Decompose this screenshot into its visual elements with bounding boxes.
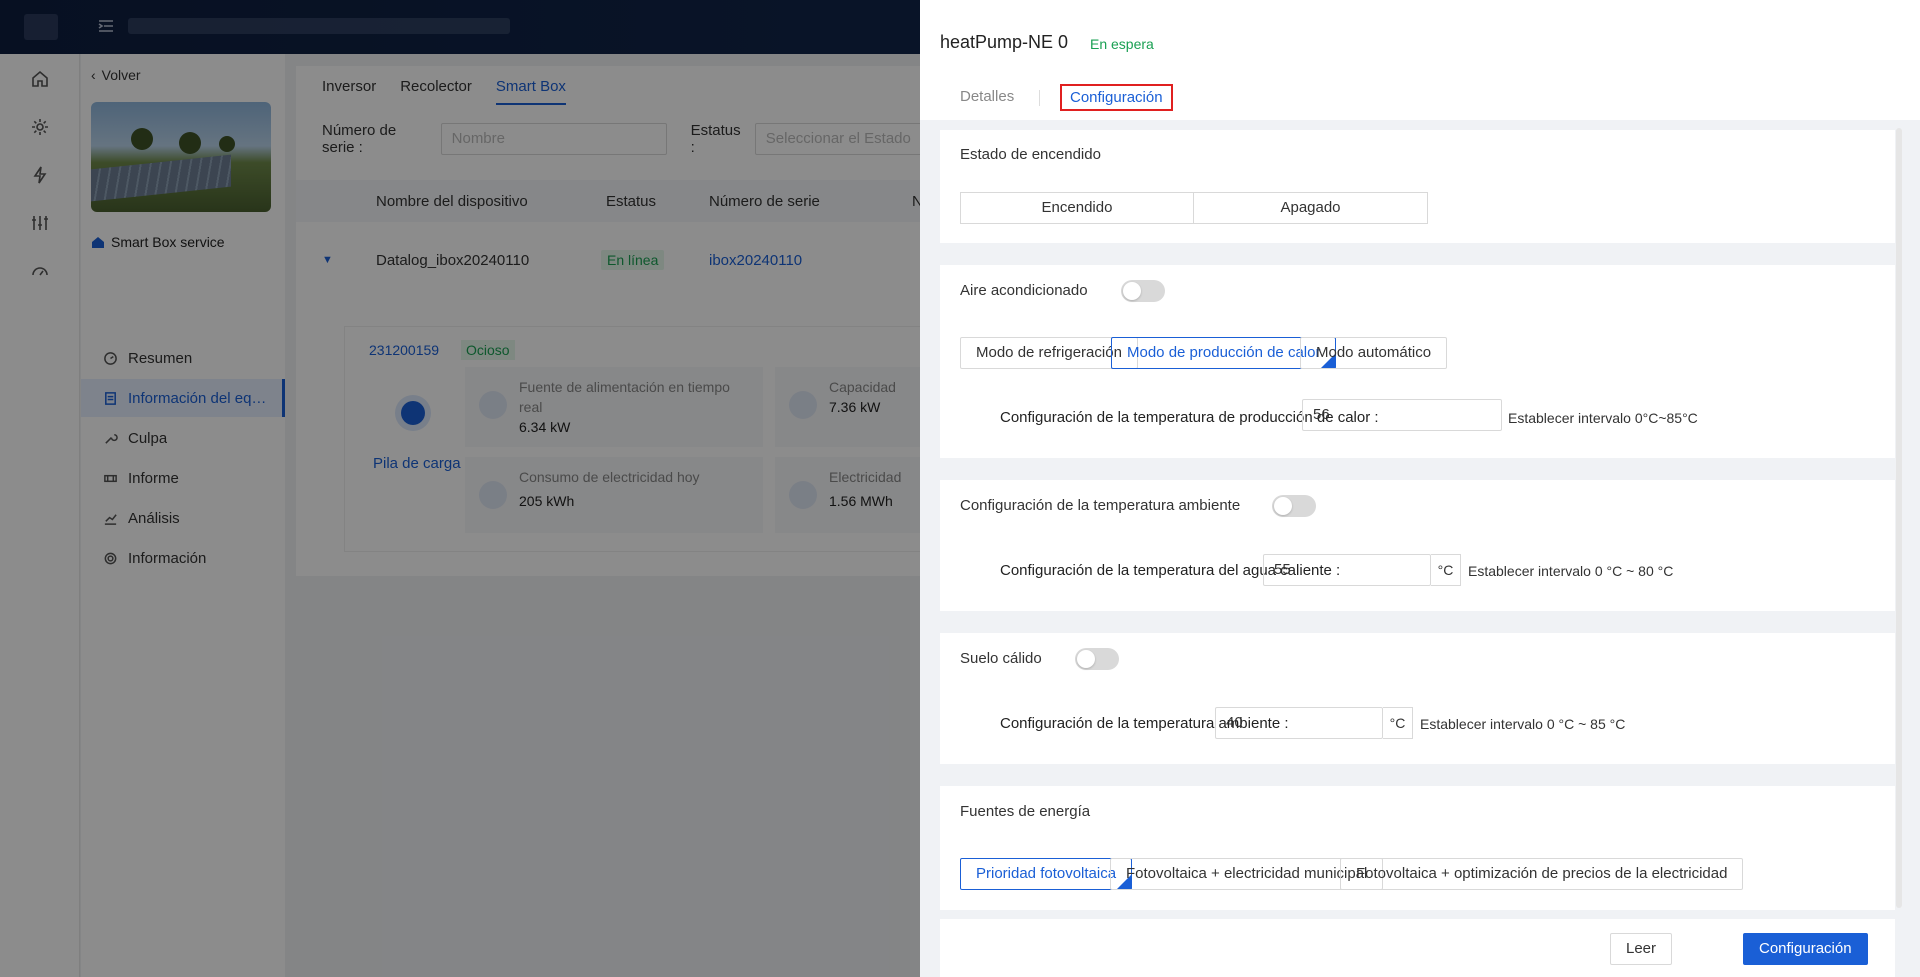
floor-heading: Suelo cálido <box>960 650 1042 667</box>
device-status: En espera <box>1090 36 1154 52</box>
pv-priority-button[interactable]: Prioridad fotovoltaica <box>960 858 1133 890</box>
celsius-unit: °C <box>1383 707 1413 739</box>
hot-water-temp-input[interactable]: 55 <box>1263 554 1431 586</box>
read-button[interactable]: Leer <box>1610 933 1673 965</box>
tab-detalles[interactable]: Detalles <box>960 88 1014 105</box>
ac-heading: Aire acondicionado <box>960 282 1088 299</box>
ac-section: Aire acondicionado Modo de refrigeración… <box>940 265 1895 458</box>
hot-water-temp-hint: Establecer intervalo 0 °C ~ 80 °C <box>1468 563 1674 579</box>
room-temp-input[interactable]: 40 <box>1215 707 1383 739</box>
ambient-toggle[interactable] <box>1272 495 1316 517</box>
ambient-heading: Configuración de la temperatura ambiente <box>960 497 1241 514</box>
floor-toggle[interactable] <box>1075 648 1119 670</box>
room-temp-hint: Establecer intervalo 0 °C ~ 85 °C <box>1420 716 1626 732</box>
pv-price-opt-button[interactable]: Fotovoltaica + optimización de precios d… <box>1340 858 1744 890</box>
ac-toggle[interactable] <box>1121 280 1165 302</box>
ambient-section: Configuración de la temperatura ambiente… <box>940 480 1895 611</box>
power-segmented: Encendido Apagado <box>960 192 1428 224</box>
power-section: Estado de encendido Encendido Apagado <box>940 130 1895 243</box>
drawer-header: heatPump-NE 0 En espera Detalles Configu… <box>920 0 1920 120</box>
tab-configuracion[interactable]: Configuración <box>1060 84 1173 111</box>
power-off-button[interactable]: Apagado <box>1194 192 1428 224</box>
energy-heading: Fuentes de energía <box>960 803 1091 820</box>
heating-temp-input[interactable]: 56 <box>1302 399 1502 431</box>
power-heading: Estado de encendido <box>960 146 1101 163</box>
drawer-title: heatPump-NE 0 <box>940 32 1069 52</box>
config-drawer: heatPump-NE 0 En espera Detalles Configu… <box>920 0 1920 977</box>
drawer-footer: Leer Configuración <box>940 919 1895 977</box>
floor-section: Suelo cálido Configuración de la tempera… <box>940 633 1895 764</box>
celsius-unit: °C <box>1431 554 1461 586</box>
drawer-scrollbar[interactable] <box>1896 128 1902 908</box>
energy-section: Fuentes de energía Prioridad fotovoltaic… <box>940 786 1895 910</box>
modal-overlay[interactable] <box>0 0 920 977</box>
auto-mode-button[interactable]: Modo automático <box>1300 337 1448 369</box>
tab-divider <box>1039 90 1040 106</box>
power-on-button[interactable]: Encendido <box>960 192 1194 224</box>
heating-temp-hint: Establecer intervalo 0°C~85°C <box>1508 410 1698 426</box>
configure-button[interactable]: Configuración <box>1743 933 1868 965</box>
